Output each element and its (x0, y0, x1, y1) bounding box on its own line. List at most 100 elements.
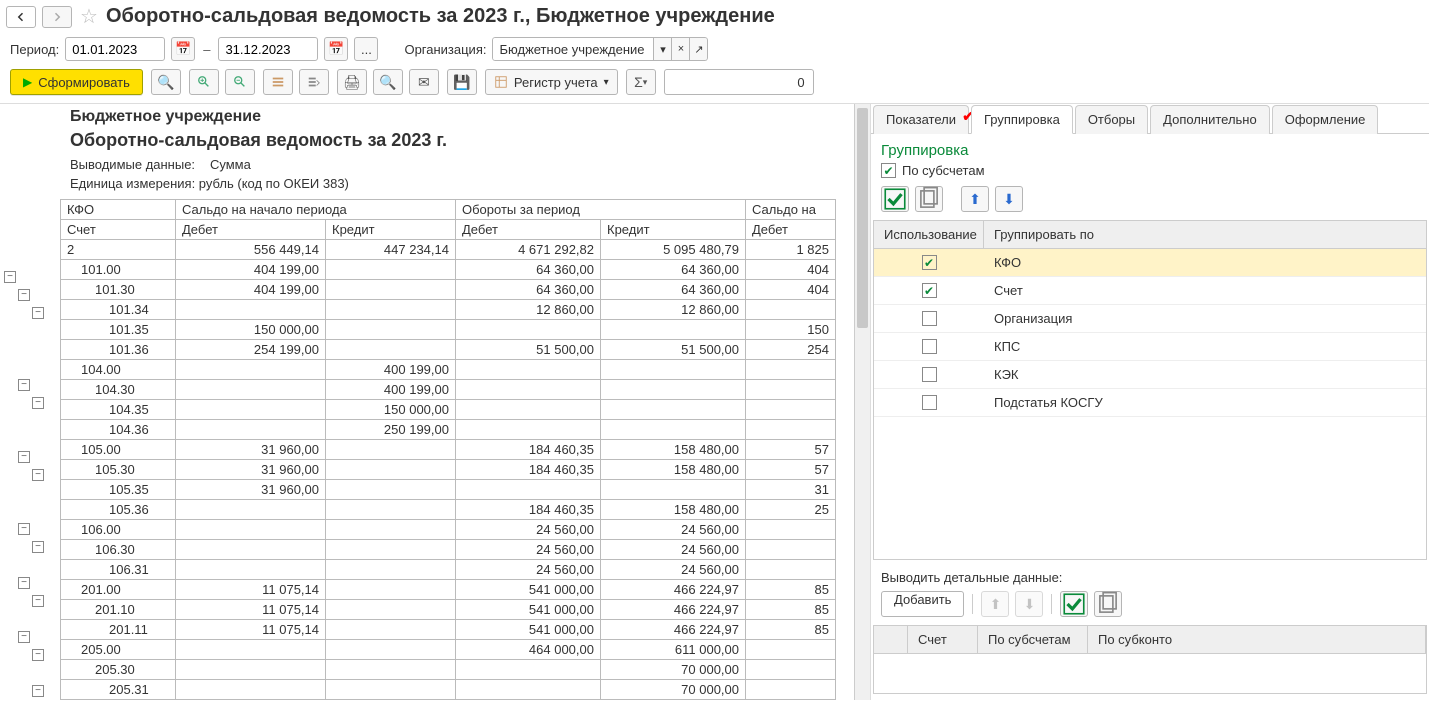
check-icon[interactable] (922, 339, 937, 354)
table-row[interactable]: 106.3124 560,0024 560,00 (61, 560, 836, 580)
detail-up-button[interactable]: ⬆ (981, 591, 1009, 617)
tab-design[interactable]: Оформление (1272, 105, 1379, 134)
move-down-button[interactable]: ⬇ (995, 186, 1023, 212)
tree-expander-icon[interactable] (18, 631, 30, 643)
tree-expander-icon[interactable] (32, 649, 44, 661)
grouping-row[interactable]: Организация (874, 305, 1426, 333)
grouping-table[interactable]: ИспользованиеГруппировать по КФОСчетОрга… (873, 220, 1427, 560)
org-dropdown-icon[interactable]: ▾ (654, 37, 672, 61)
tab-filters[interactable]: Отборы (1075, 105, 1148, 134)
expand-all-button[interactable] (189, 69, 219, 95)
table-row[interactable]: 201.1111 075,14541 000,00466 224,9785 (61, 620, 836, 640)
sum-field: 0 (664, 69, 814, 95)
table-row[interactable]: 205.3070 000,00 (61, 660, 836, 680)
table-row[interactable]: 105.3031 960,00184 460,35158 480,0057 (61, 460, 836, 480)
tree-expander-icon[interactable] (32, 541, 44, 553)
table-row[interactable]: 205.3170 000,00 (61, 680, 836, 700)
tree-expander-icon[interactable] (18, 451, 30, 463)
sum-button[interactable]: Σ▾ (626, 69, 656, 95)
table-row[interactable]: 104.00400 199,00 (61, 360, 836, 380)
tree-expander-icon[interactable] (18, 523, 30, 535)
tree-expander-icon[interactable] (18, 379, 30, 391)
report-grid[interactable]: КФО Сальдо на начало периода Обороты за … (60, 199, 836, 700)
add-detail-button[interactable]: Добавить (881, 591, 964, 617)
tree-expander-icon[interactable] (32, 307, 44, 319)
org-label: Организация: (404, 42, 486, 57)
report-org: Бюджетное учреждение (70, 108, 860, 126)
table-row[interactable]: 101.30404 199,0064 360,0064 360,00404 (61, 280, 836, 300)
grouping-row[interactable]: КЭК (874, 361, 1426, 389)
collapse-all-button[interactable] (225, 69, 255, 95)
grouping-row[interactable]: Подстатья КОСГУ (874, 389, 1426, 417)
org-clear-icon[interactable]: × (672, 37, 690, 61)
check-icon[interactable] (922, 255, 937, 270)
org-open-icon[interactable]: ↗ (690, 37, 708, 61)
table-row[interactable]: 104.36250 199,00 (61, 420, 836, 440)
vertical-scrollbar[interactable] (854, 104, 870, 700)
check-icon[interactable] (922, 395, 937, 410)
period-label: Период: (10, 42, 59, 57)
tree-expander-icon[interactable] (32, 397, 44, 409)
tree-expander-icon[interactable] (32, 469, 44, 481)
table-row[interactable]: 205.50464 000,00464 000,00 (61, 700, 836, 701)
table-row[interactable]: 105.0031 960,00184 460,35158 480,0057 (61, 440, 836, 460)
settings-button[interactable] (263, 69, 293, 95)
register-dropdown[interactable]: Регистр учета▾ (485, 69, 618, 95)
table-row[interactable]: 101.3412 860,0012 860,00 (61, 300, 836, 320)
table-row[interactable]: 201.0011 075,14541 000,00466 224,9785 (61, 580, 836, 600)
table-row[interactable]: 201.1011 075,14541 000,00466 224,9785 (61, 600, 836, 620)
table-row[interactable]: 106.3024 560,0024 560,00 (61, 540, 836, 560)
find-button[interactable]: 🔍 (151, 69, 181, 95)
org-select[interactable]: Бюджетное учреждение (492, 37, 654, 61)
period-dialog-button[interactable]: ... (354, 37, 378, 61)
date-from-field[interactable] (65, 37, 165, 61)
tree-expander-icon[interactable] (18, 289, 30, 301)
detail-body[interactable] (873, 654, 1427, 694)
table-row[interactable]: 104.30400 199,00 (61, 380, 836, 400)
table-row[interactable]: 104.35150 000,00 (61, 400, 836, 420)
detail-down-button[interactable]: ⬇ (1015, 591, 1043, 617)
table-row[interactable]: 101.00404 199,0064 360,0064 360,00404 (61, 260, 836, 280)
print-preview-button[interactable]: 🔍 (373, 69, 403, 95)
by-subaccounts-checkbox[interactable]: По субсчетам (871, 161, 1429, 186)
save-button[interactable]: 💾 (447, 69, 477, 95)
table-row[interactable]: 2556 449,14447 234,144 671 292,825 095 4… (61, 240, 836, 260)
check-icon[interactable] (922, 367, 937, 382)
detail-checkall-button[interactable] (1060, 591, 1088, 617)
tab-extra[interactable]: Дополнительно (1150, 105, 1270, 134)
move-up-button[interactable]: ⬆ (961, 186, 989, 212)
tab-grouping[interactable]: Группировка (971, 105, 1073, 134)
table-row[interactable]: 105.3531 960,0031 (61, 480, 836, 500)
check-icon[interactable] (922, 283, 937, 298)
table-row[interactable]: 101.36254 199,0051 500,0051 500,00254 (61, 340, 836, 360)
forward-button[interactable] (42, 6, 72, 28)
check-icon[interactable] (922, 311, 937, 326)
grouping-row[interactable]: Счет (874, 277, 1426, 305)
table-row[interactable]: 205.00464 000,00611 000,00 (61, 640, 836, 660)
report-title: Оборотно-сальдовая ведомость за 2023 г. (70, 126, 860, 151)
date-to-picker-icon[interactable]: 📅 (324, 37, 348, 61)
back-button[interactable] (6, 6, 36, 28)
print-button[interactable]: 🖨 (337, 69, 367, 95)
tree-expander-icon[interactable] (32, 685, 44, 697)
settings-dropdown-button[interactable] (299, 69, 329, 95)
check-icon (881, 163, 896, 178)
page-title: Оборотно-сальдовая ведомость за 2023 г.,… (106, 5, 775, 28)
toggle-all-button[interactable] (881, 186, 909, 212)
generate-button[interactable]: ▶Сформировать (10, 69, 143, 95)
detail-copy-button[interactable] (1094, 591, 1122, 617)
date-from-picker-icon[interactable]: 📅 (171, 37, 195, 61)
email-button[interactable]: ✉ (409, 69, 439, 95)
date-to-field[interactable] (218, 37, 318, 61)
tree-expander-icon[interactable] (32, 595, 44, 607)
table-row[interactable]: 101.35150 000,00150 (61, 320, 836, 340)
favorite-star-icon[interactable]: ☆ (78, 4, 100, 29)
table-row[interactable]: 105.36184 460,35158 480,0025 (61, 500, 836, 520)
tab-indicators[interactable]: Показатели✔ (873, 105, 969, 134)
grouping-row[interactable]: КПС (874, 333, 1426, 361)
tree-expander-icon[interactable] (18, 577, 30, 589)
table-row[interactable]: 106.0024 560,0024 560,00 (61, 520, 836, 540)
grouping-row[interactable]: КФО (874, 249, 1426, 277)
tree-expander-icon[interactable] (4, 271, 16, 283)
copy-button[interactable] (915, 186, 943, 212)
